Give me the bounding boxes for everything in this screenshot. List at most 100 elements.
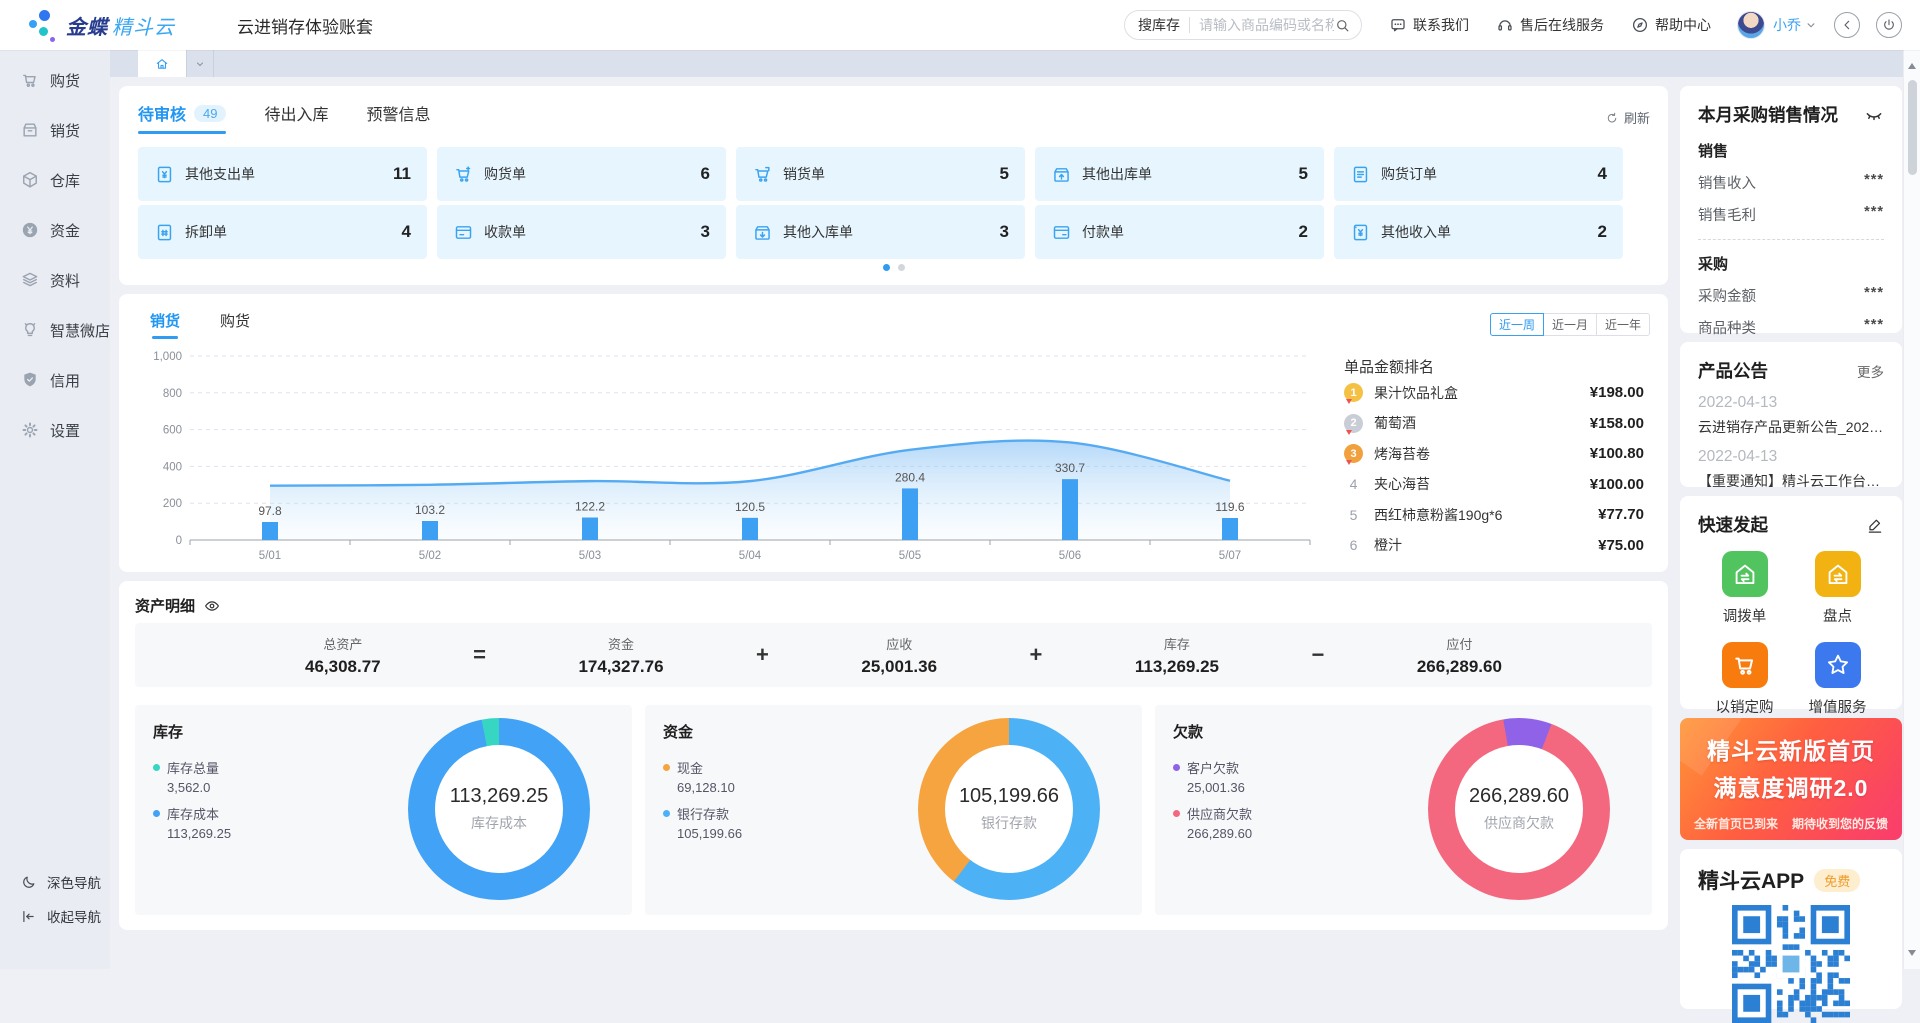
legend-label: 银行存款: [677, 804, 729, 823]
sidebar-item-settings[interactable]: 设置: [0, 405, 110, 455]
carousel-dot-2[interactable]: [898, 264, 905, 271]
sales-trend-chart: 1,000800600400200097.8103.2122.2120.5280…: [150, 344, 1320, 566]
donut-center-label: 供应商欠款: [1484, 813, 1554, 833]
warehouse-icon: [20, 170, 40, 190]
search-box[interactable]: 搜库存: [1124, 10, 1362, 40]
search-scope-selector[interactable]: 搜库存: [1138, 15, 1180, 35]
quick-action-label: 以销定购: [1716, 696, 1774, 717]
back-icon[interactable]: [1834, 12, 1860, 38]
monthly-row-label: 商品种类: [1698, 317, 1756, 338]
collapse-icon: [20, 908, 37, 925]
ranking-title: 单品金额排名: [1344, 356, 1644, 377]
pencil-icon[interactable]: [1866, 516, 1884, 534]
todo-card-label: 收款单: [484, 222, 526, 242]
range-filter-week[interactable]: 近一周: [1490, 313, 1544, 336]
sidebar-item-credit[interactable]: 信用: [0, 355, 110, 405]
svg-text:200: 200: [163, 498, 182, 510]
medal-icon: 3: [1344, 444, 1363, 463]
header-link-after-sales-service[interactable]: 售后在线服务: [1496, 15, 1604, 35]
formula-value: 46,308.77: [305, 657, 381, 677]
tab-dropdown[interactable]: [186, 50, 214, 77]
quick-actions-panel: 快速发起 调拨单盘点以销定购增值服务: [1680, 496, 1902, 709]
monthly-title: 本月采购销售情况: [1698, 102, 1838, 127]
formula-label: 库存: [1135, 634, 1219, 653]
more-link[interactable]: 更多: [1857, 361, 1884, 381]
todo-card-other-inbound-bill[interactable]: 其他入库单3: [736, 205, 1025, 259]
todo-card-other-outbound-bill[interactable]: 其他出库单5: [1035, 147, 1324, 201]
rank-number: 6: [1344, 537, 1363, 553]
sidebar-item-purchase[interactable]: 购货: [0, 55, 110, 105]
tab-warning-info[interactable]: 预警信息: [367, 101, 431, 134]
todo-card-other-income-bill[interactable]: 其他收入单2: [1334, 205, 1623, 259]
search-icon[interactable]: [1334, 17, 1351, 34]
todo-card-payment-bill[interactable]: 付款单2: [1035, 205, 1324, 259]
survey-banner[interactable]: 精斗云新版首页 满意度调研2.0 全新首页已到来 期待收到您的反馈: [1680, 718, 1902, 840]
todo-card-other-expense-bill[interactable]: 其他支出单11: [138, 147, 427, 201]
todo-card-purchase-bill[interactable]: 购货单6: [437, 147, 726, 201]
quick-action-purchase-by-sales[interactable]: 以销定购: [1698, 642, 1791, 717]
tab-home[interactable]: [138, 50, 186, 77]
sidebar-footer-label: 深色导航: [47, 872, 101, 892]
header-link-help-center[interactable]: 帮助中心: [1631, 15, 1711, 35]
house-transfer-icon: [1722, 551, 1768, 597]
announcement-link[interactable]: 云进销存产品更新公告_20220...: [1698, 417, 1884, 437]
legend-dot: [663, 764, 670, 771]
sales-tab-purchase[interactable]: 购货: [220, 310, 250, 339]
star-icon: [1815, 642, 1861, 688]
quick-action-transfer-bill[interactable]: 调拨单: [1698, 551, 1791, 626]
user-menu[interactable]: 小乔: [1737, 11, 1818, 39]
rank-number: 4: [1344, 476, 1363, 492]
refresh-button[interactable]: 刷新: [1605, 108, 1650, 127]
search-input[interactable]: [1199, 17, 1334, 33]
monthly-section-heading: 采购: [1698, 253, 1884, 274]
eye-icon[interactable]: [203, 597, 221, 615]
todo-card-count: 6: [701, 164, 710, 184]
sidebar-footer-dark-nav[interactable]: 深色导航: [0, 865, 110, 899]
tab-badge: 49: [194, 105, 226, 122]
formula-item: 资金174,327.76: [578, 634, 663, 677]
header-link-label: 联系我们: [1413, 15, 1469, 35]
sidebar-item-materials[interactable]: 资料: [0, 255, 110, 305]
announcement-link[interactable]: 【重要通知】精斗云工作台域...: [1698, 471, 1884, 491]
sidebar-item-label: 信用: [50, 370, 80, 391]
legend-dot: [1173, 810, 1180, 817]
scrollbar[interactable]: [1903, 50, 1920, 969]
app-logo[interactable]: 金蝶 精斗云: [26, 8, 175, 42]
todo-card-label: 销货单: [783, 164, 825, 184]
todo-card-label: 付款单: [1082, 222, 1124, 242]
formula-label: 资金: [578, 634, 663, 653]
carousel-dot-1[interactable]: [883, 264, 890, 271]
sales-tab-sales[interactable]: 销货: [150, 310, 180, 339]
todo-card-receipt-bill[interactable]: 收款单3: [437, 205, 726, 259]
assets-title: 资产明细: [135, 595, 195, 616]
header-link-contact-us[interactable]: 联系我们: [1389, 15, 1469, 35]
todo-card-disassembly-bill[interactable]: 拆卸单4: [138, 205, 427, 259]
sidebar-item-sales[interactable]: 销货: [0, 105, 110, 155]
sidebar-item-funds[interactable]: 资金: [0, 205, 110, 255]
doc-hash-icon: [154, 222, 175, 243]
tab-pending-inout[interactable]: 待出入库: [264, 101, 328, 134]
quick-action-stocktake[interactable]: 盘点: [1791, 551, 1884, 626]
todo-card-label: 其他出库单: [1082, 164, 1152, 184]
divider: [1698, 239, 1884, 240]
monthly-row-value: ***: [1864, 285, 1884, 306]
headset-icon: [1496, 16, 1514, 34]
tab-label: 预警信息: [367, 101, 431, 125]
quick-action-value-added-service[interactable]: 增值服务: [1791, 642, 1884, 717]
divider: [1189, 17, 1190, 33]
power-icon[interactable]: [1876, 12, 1902, 38]
legend-dot: [153, 764, 160, 771]
sidebar-footer-collapse-nav[interactable]: 收起导航: [0, 899, 110, 933]
sidebar-item-smart-store[interactable]: 智慧微店: [0, 305, 110, 355]
todo-card-sales-bill[interactable]: 销货单5: [736, 147, 1025, 201]
eye-closed-icon[interactable]: [1864, 105, 1884, 125]
sidebar-item-warehouse[interactable]: 仓库: [0, 155, 110, 205]
scroll-down-icon[interactable]: [1908, 950, 1916, 956]
range-filter-year[interactable]: 近一年: [1596, 313, 1650, 336]
range-filter-month[interactable]: 近一月: [1543, 313, 1597, 336]
scroll-thumb[interactable]: [1908, 80, 1917, 175]
tab-pending-approval[interactable]: 待审核49: [138, 101, 226, 134]
scroll-up-icon[interactable]: [1908, 63, 1916, 69]
rank-amount: ¥100.00: [1590, 476, 1644, 493]
todo-card-purchase-order[interactable]: 购货订单4: [1334, 147, 1623, 201]
